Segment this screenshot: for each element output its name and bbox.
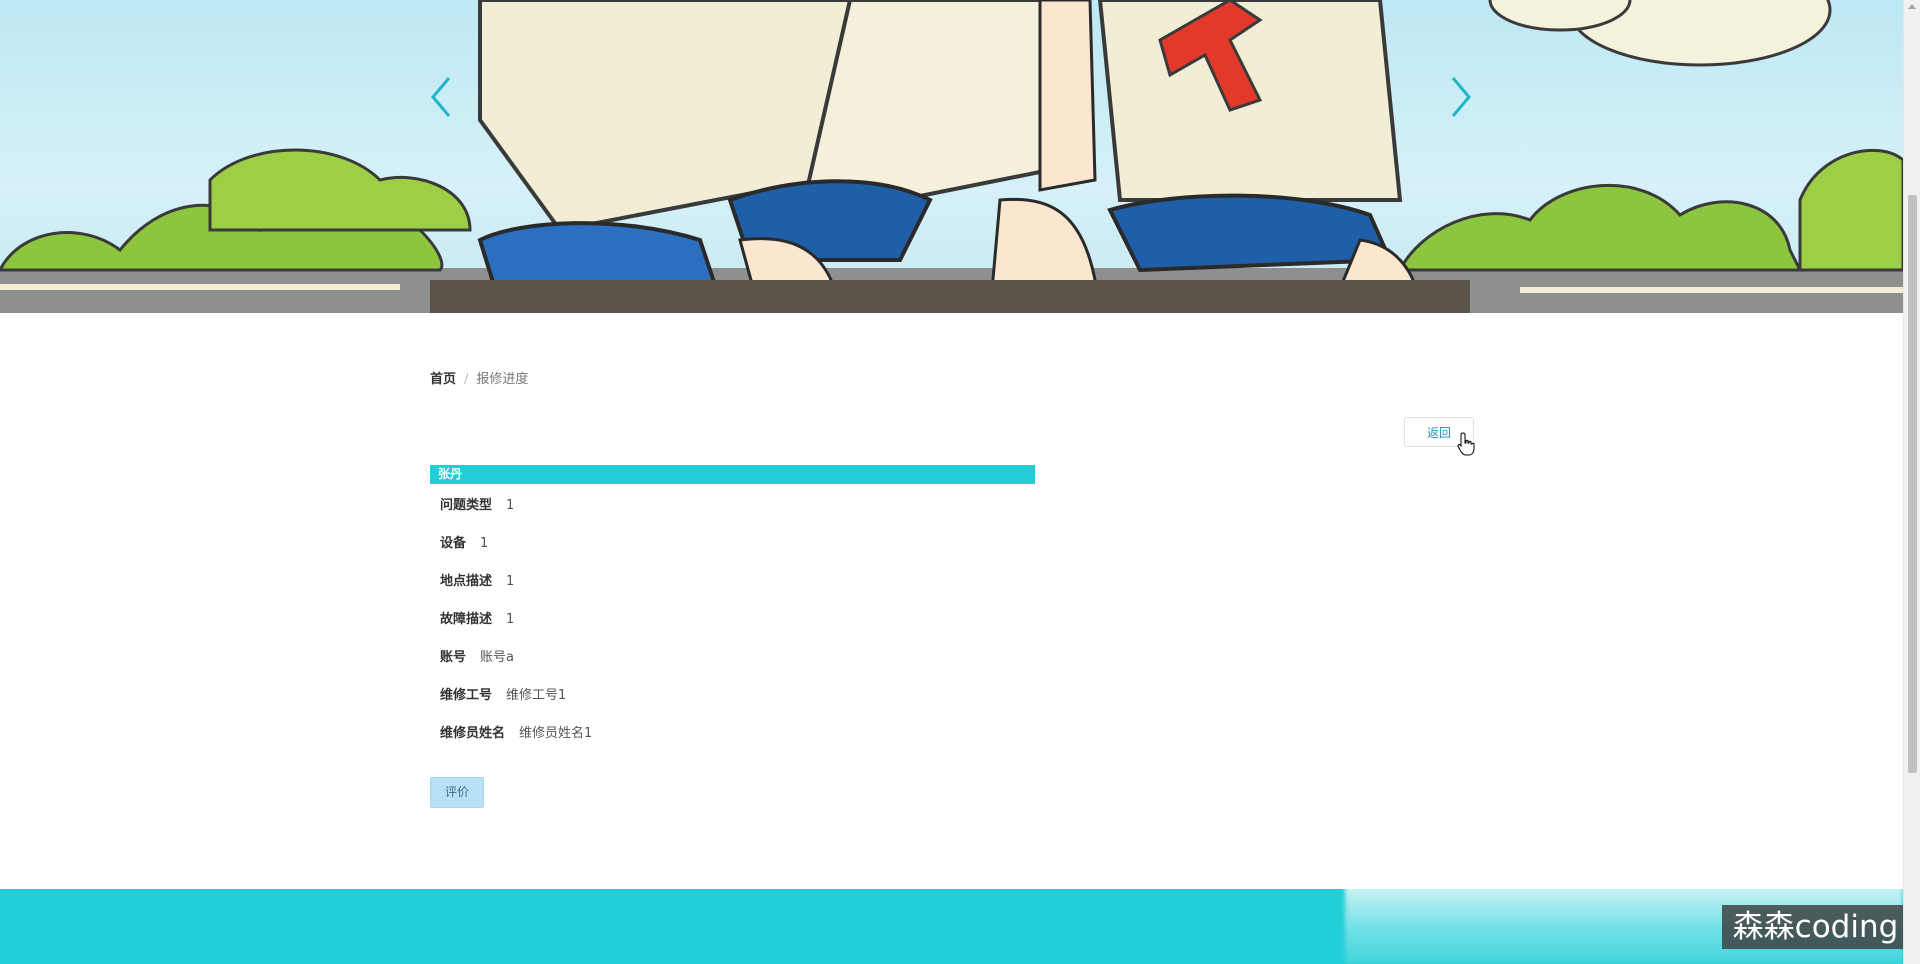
- field-value: 维修员姓名1: [519, 726, 593, 741]
- rate-button[interactable]: 评价: [430, 777, 484, 808]
- field-row-repairer-name: 维修员姓名 维修员姓名1: [440, 724, 592, 762]
- breadcrumb-home-link[interactable]: 首页: [430, 372, 456, 387]
- field-value: 1: [506, 498, 515, 513]
- field-value: 1: [480, 536, 489, 551]
- field-row-account: 账号 账号a: [440, 648, 592, 686]
- chevron-right-icon: [1451, 77, 1471, 117]
- field-label: 设备: [440, 536, 467, 551]
- field-label: 账号: [440, 650, 467, 665]
- field-row-location: 地点描述 1: [440, 572, 592, 610]
- field-row-fault: 故障描述 1: [440, 610, 592, 648]
- banner-carousel: [0, 0, 1903, 313]
- field-label: 故障描述: [440, 612, 493, 627]
- field-value: 维修工号1: [506, 688, 567, 703]
- chevron-left-icon: [431, 77, 451, 117]
- field-row-problem-type: 问题类型 1: [440, 496, 592, 534]
- hand-cursor-icon: [1457, 432, 1475, 456]
- field-value: 账号a: [480, 650, 514, 665]
- breadcrumb: 首页 / 报修进度: [430, 370, 1475, 390]
- field-row-repair-id: 维修工号 维修工号1: [440, 686, 592, 724]
- carousel-prev-button[interactable]: [427, 74, 457, 120]
- field-value: 1: [506, 612, 515, 627]
- field-label: 地点描述: [440, 574, 493, 589]
- page: 首页 / 报修进度 返回 张丹 问题类型 1 设备 1 地点描述 1 故障描述 1 账号 账号…: [0, 0, 1920, 964]
- breadcrumb-current: 报修进度: [476, 372, 529, 387]
- field-label: 维修工号: [440, 688, 493, 703]
- vertical-scrollbar[interactable]: [1903, 0, 1920, 964]
- carousel-next-button[interactable]: [1445, 74, 1475, 120]
- scrollbar-thumb[interactable]: [1908, 195, 1917, 773]
- repair-progress-section: 首页 / 报修进度 返回 张丹 问题类型 1 设备 1 地点描述 1 故障描述 1 账号 账号…: [430, 370, 1475, 808]
- record-name-bar: 张丹: [430, 465, 1035, 484]
- field-row-device: 设备 1: [440, 534, 592, 572]
- field-value: 1: [506, 574, 515, 589]
- watermark: 森森coding: [1722, 905, 1909, 949]
- scroll-up-icon[interactable]: [1908, 4, 1916, 9]
- breadcrumb-separator: /: [464, 372, 469, 387]
- field-label: 问题类型: [440, 498, 493, 513]
- field-label: 维修员姓名: [440, 726, 506, 741]
- banner-illustration: [0, 0, 1903, 313]
- record-fields: 问题类型 1 设备 1 地点描述 1 故障描述 1 账号 账号a 维修工号 维修工号1 维修…: [440, 496, 592, 762]
